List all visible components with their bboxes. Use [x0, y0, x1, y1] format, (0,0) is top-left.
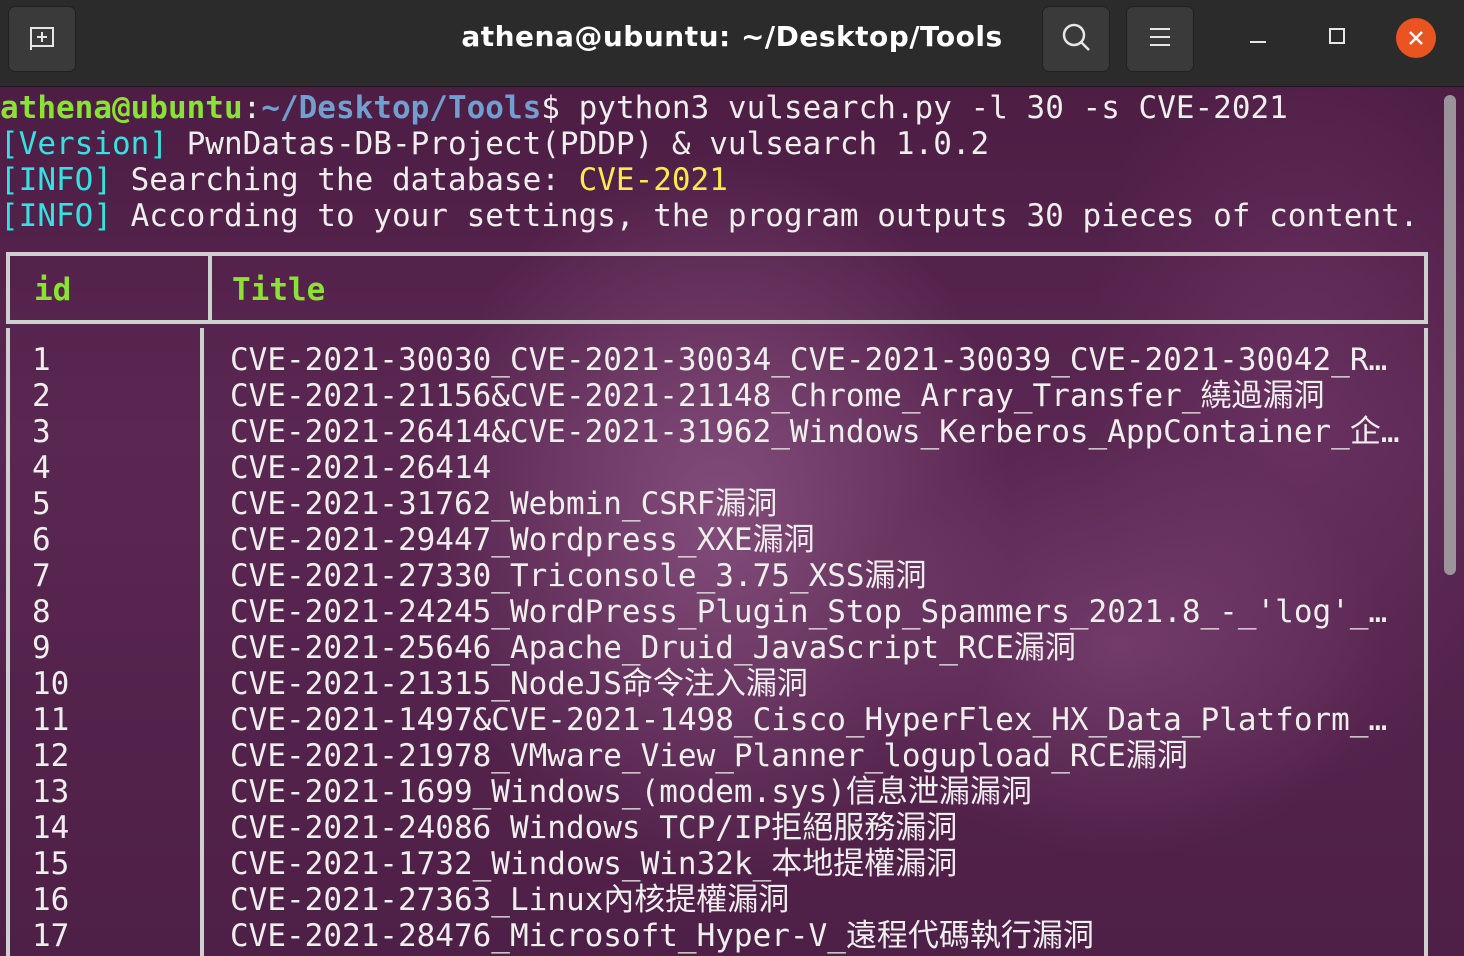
row-id: 17	[32, 918, 70, 954]
row-id: 3	[32, 414, 51, 450]
info-search-line: [INFO] Searching the database: CVE-2021	[0, 162, 728, 198]
prompt-path: ~/Desktop/Tools	[261, 90, 542, 126]
row-id: 16	[32, 882, 70, 918]
row-title: CVE-2021-28476_Microsoft_Hyper-V_遠程代碼執行漏…	[230, 918, 1094, 954]
row-title: CVE-2021-26414	[230, 450, 492, 486]
version-tag: [Version]	[0, 126, 168, 162]
table-border-left	[6, 328, 10, 956]
row-title: CVE-2021-21315_NodeJS命令注入漏洞	[230, 666, 808, 702]
row-title: CVE-2021-25646_Apache_Druid_JavaScript_R…	[230, 630, 1076, 666]
row-title: CVE-2021-24245_WordPress_Plugin_Stop_Spa…	[230, 594, 1402, 630]
row-id: 5	[32, 486, 51, 522]
close-button[interactable]	[1394, 16, 1438, 60]
row-id: 4	[32, 450, 51, 486]
row-id: 12	[32, 738, 70, 774]
close-icon	[1396, 18, 1436, 58]
row-title: CVE-2021-26414&CVE-2021-31962_Windows_Ke…	[230, 414, 1402, 450]
row-id: 11	[32, 702, 70, 738]
row-title: CVE-2021-27330_Triconsole_3.75_XSS漏洞	[230, 558, 927, 594]
menu-button[interactable]	[1126, 6, 1194, 72]
info-text: According to your settings, the program …	[111, 198, 1419, 234]
row-title: CVE-2021-24086 Windows TCP/IP拒絕服務漏洞	[230, 810, 958, 846]
table-column-divider	[200, 328, 204, 956]
info-tag: [INFO]	[0, 162, 112, 198]
row-title: CVE-2021-1732_Windows_Win32k_本地提權漏洞	[230, 846, 958, 882]
row-id: 15	[32, 846, 70, 882]
info-text: Searching the database:	[111, 162, 579, 198]
search-term: CVE-2021	[578, 162, 728, 198]
row-id: 8	[32, 594, 51, 630]
hamburger-menu-icon	[1147, 26, 1173, 52]
column-divider	[208, 256, 212, 320]
row-title: CVE-2021-21978_VMware_View_Planner_logup…	[230, 738, 1188, 774]
search-button[interactable]	[1042, 6, 1110, 72]
row-id: 10	[32, 666, 70, 702]
row-title: CVE-2021-21156&CVE-2021-21148_Chrome_Arr…	[230, 378, 1325, 414]
table-border-right	[1424, 328, 1428, 956]
column-header-id: id	[34, 272, 72, 308]
prompt-user: athena@ubuntu	[0, 90, 243, 126]
command-line: athena@ubuntu:~/Desktop/Tools$ python3 v…	[0, 90, 1288, 126]
row-id: 6	[32, 522, 51, 558]
row-title: CVE-2021-31762_Webmin_CSRF漏洞	[230, 486, 778, 522]
column-header-title: Title	[232, 272, 326, 308]
vertical-scrollbar[interactable]	[1444, 95, 1456, 575]
row-title: CVE-2021-27363_Linux內核提權漏洞	[230, 882, 790, 918]
table-header: id Title	[6, 252, 1428, 324]
row-title: CVE-2021-1497&CVE-2021-1498_Cisco_HyperF…	[230, 702, 1402, 738]
maximize-button[interactable]	[1315, 16, 1359, 60]
search-icon	[1060, 21, 1092, 57]
minimize-icon	[1248, 26, 1268, 50]
row-id: 9	[32, 630, 51, 666]
prompt-separator: :	[242, 90, 262, 126]
info-settings-line: [INFO] According to your settings, the p…	[0, 198, 1418, 234]
version-text: PwnDatas-DB-Project(PDDP) & vulsearch 1.…	[167, 126, 990, 162]
row-id: 13	[32, 774, 70, 810]
info-tag: [INFO]	[0, 198, 112, 234]
title-bar: athena@ubuntu: ~/Desktop/Tools	[0, 0, 1464, 87]
row-title: CVE-2021-1699_Windows_(modem.sys)信息泄漏漏洞	[230, 774, 1032, 810]
terminal-output[interactable]: athena@ubuntu:~/Desktop/Tools$ python3 v…	[0, 87, 1464, 956]
row-id: 7	[32, 558, 51, 594]
version-line: [Version] PwnDatas-DB-Project(PDDP) & vu…	[0, 126, 989, 162]
maximize-icon	[1327, 26, 1347, 50]
prompt-symbol: $	[541, 90, 560, 126]
command-text: python3 vulsearch.py -l 30 -s CVE-2021	[559, 90, 1288, 126]
terminal-window: athena@ubuntu: ~/Desktop/Tools athena@ub…	[0, 0, 1464, 956]
row-title: CVE-2021-30030_CVE-2021-30034_CVE-2021-3…	[230, 342, 1402, 378]
minimize-button[interactable]	[1236, 16, 1280, 60]
row-id: 1	[32, 342, 51, 378]
row-id: 14	[32, 810, 70, 846]
row-title: CVE-2021-29447_Wordpress_XXE漏洞	[230, 522, 815, 558]
row-id: 2	[32, 378, 51, 414]
